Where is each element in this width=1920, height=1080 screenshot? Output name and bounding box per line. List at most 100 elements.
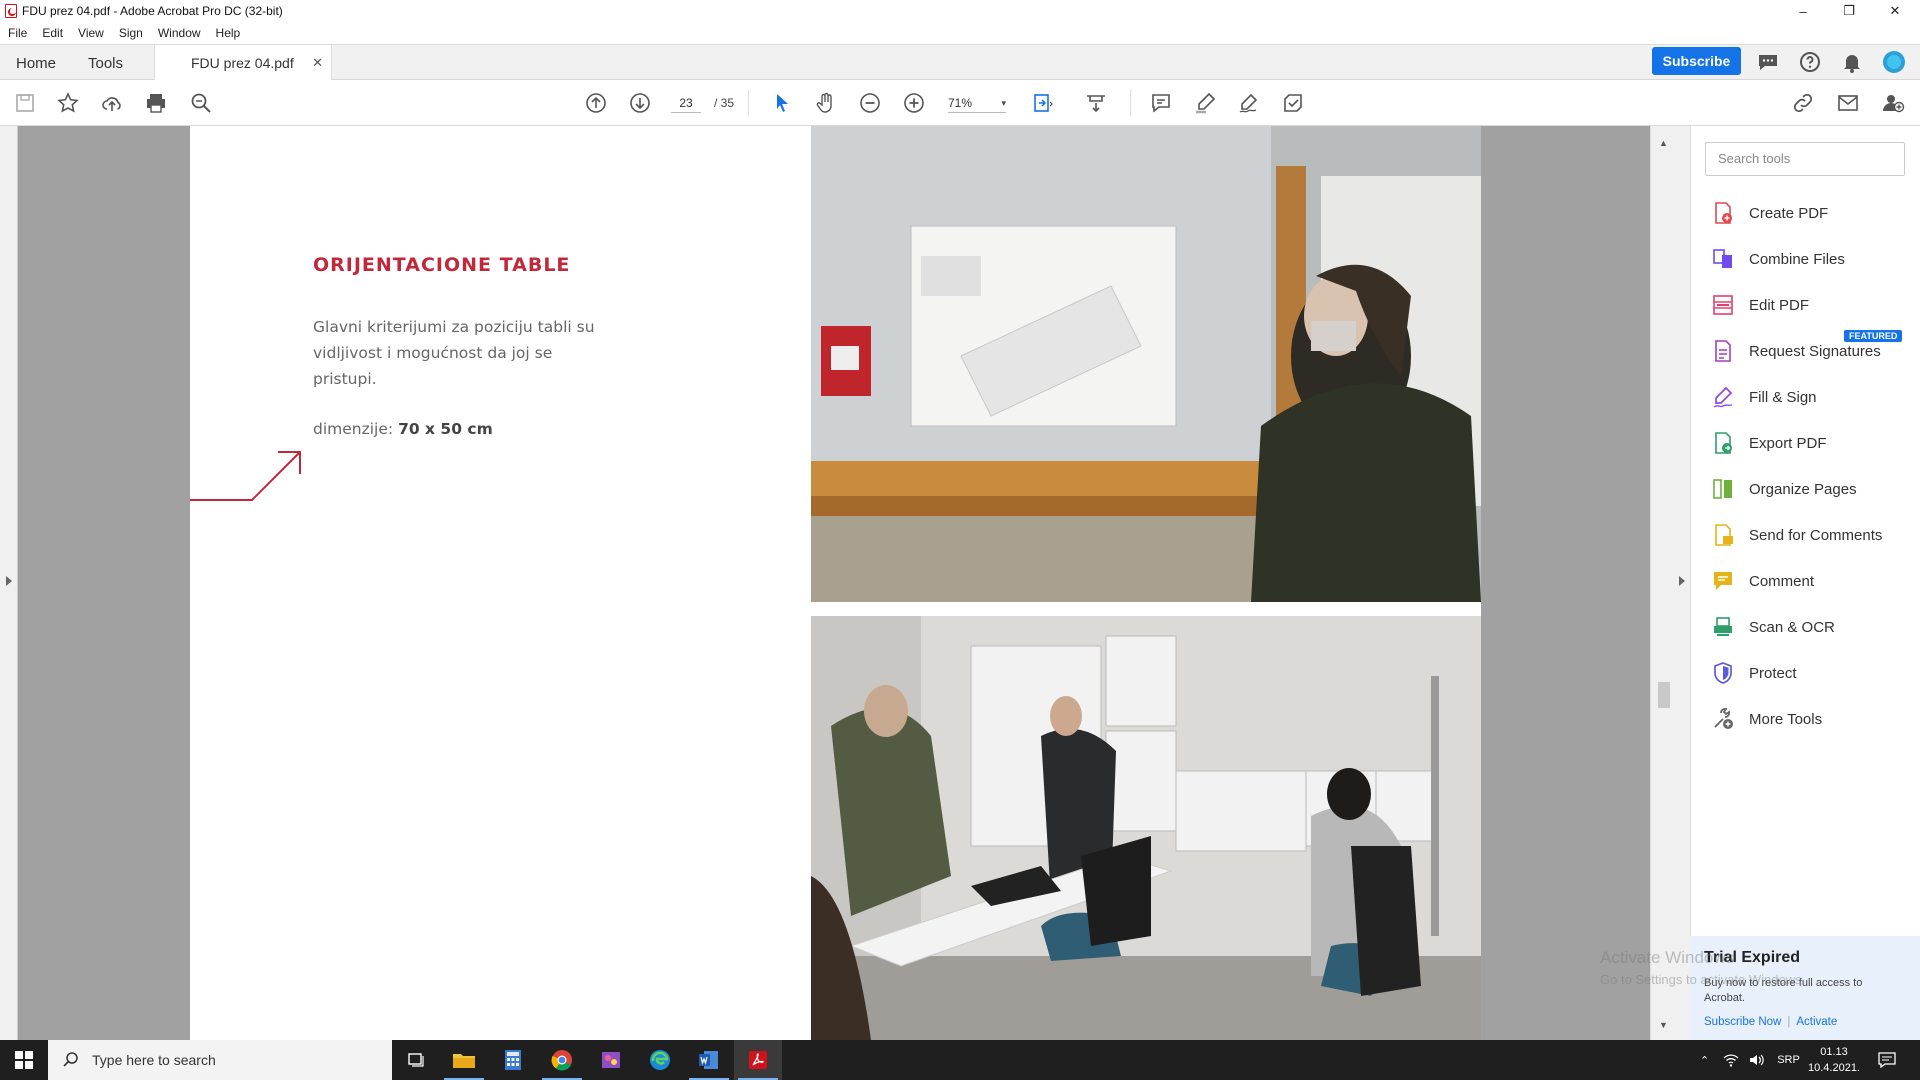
tool-send-for-comments[interactable]: Send for Comments — [1711, 520, 1911, 550]
taskbar-acrobat[interactable] — [734, 1040, 782, 1080]
total-pages-label: / 35 — [714, 96, 735, 110]
add-user-icon[interactable] — [1880, 91, 1906, 115]
taskbar-search-box[interactable]: Type here to search — [48, 1040, 392, 1080]
document-viewport[interactable]: ORIJENTACIONE TABLE Glavni kriterijumi z… — [0, 126, 1690, 1040]
tool-label: Send for Comments — [1749, 526, 1883, 544]
vertical-scrollbar[interactable]: ▲ ▼ — [1650, 126, 1676, 1040]
right-panel-toggle[interactable] — [1676, 126, 1690, 1040]
edit-pdf-icon — [1713, 295, 1733, 315]
print-icon[interactable] — [143, 91, 169, 115]
page-fit-icon[interactable] — [1030, 91, 1056, 115]
tool-fill-sign[interactable]: Fill & Sign — [1711, 382, 1911, 412]
draw-sign-icon[interactable] — [1236, 91, 1262, 115]
upload-cloud-icon[interactable] — [99, 91, 125, 115]
menu-view[interactable]: View — [78, 26, 104, 40]
highlight-pen-icon[interactable] — [1192, 91, 1218, 115]
user-avatar-icon[interactable] — [1882, 50, 1906, 74]
save-icon[interactable] — [12, 91, 38, 115]
toolbar-divider — [748, 90, 749, 116]
acrobat-app-icon — [5, 4, 17, 18]
volume-icon[interactable] — [1749, 1053, 1765, 1067]
menu-sign[interactable]: Sign — [119, 26, 143, 40]
scroll-mode-icon[interactable] — [1083, 91, 1109, 115]
taskbar-file-explorer[interactable] — [440, 1040, 488, 1080]
left-panel-toggle[interactable] — [0, 126, 18, 1040]
collapse-arrow-icon — [1679, 576, 1685, 586]
activate-link[interactable]: Activate — [1796, 1016, 1837, 1028]
tool-organize-pages[interactable]: Organize Pages — [1711, 474, 1911, 504]
tool-scan-ocr[interactable]: Scan & OCR — [1711, 612, 1911, 642]
tool-edit-pdf[interactable]: Edit PDF — [1711, 290, 1911, 320]
close-window-button[interactable]: ✕ — [1872, 0, 1918, 22]
subscribe-button[interactable]: Subscribe — [1652, 47, 1741, 75]
taskbar-calculator[interactable] — [489, 1040, 537, 1080]
notification-center-icon[interactable] — [1878, 1052, 1896, 1068]
current-page-input[interactable]: 23 — [671, 93, 701, 113]
search-tools-input[interactable]: Search tools — [1705, 142, 1905, 176]
previous-page-icon[interactable] — [583, 91, 609, 115]
photo-classroom — [811, 616, 1481, 1040]
tool-create-pdf[interactable]: Create PDF — [1711, 198, 1911, 228]
next-page-icon[interactable] — [627, 91, 653, 115]
tab-tools[interactable]: Tools — [88, 45, 123, 81]
messages-icon[interactable] — [1756, 50, 1780, 74]
watermark-line-1: Activate Windows — [1600, 948, 1735, 967]
scrollbar-thumb[interactable] — [1658, 682, 1670, 708]
select-cursor-icon[interactable] — [769, 91, 795, 115]
taskbar-chrome[interactable] — [538, 1040, 586, 1080]
link-divider: | — [1787, 1016, 1791, 1028]
zoom-level-dropdown[interactable]: 71% ▾ — [948, 93, 1006, 113]
language-indicator[interactable]: SRP — [1777, 1054, 1800, 1066]
tool-protect[interactable]: Protect — [1711, 658, 1911, 688]
email-icon[interactable] — [1835, 91, 1861, 115]
taskbar-word[interactable] — [685, 1040, 733, 1080]
send-comments-icon — [1715, 524, 1733, 546]
menu-edit[interactable]: Edit — [42, 26, 63, 40]
file-explorer-icon — [453, 1054, 475, 1068]
restore-button[interactable]: ❐ — [1826, 0, 1872, 22]
scroll-up-icon[interactable]: ▲ — [1659, 138, 1668, 148]
tab-home[interactable]: Home — [16, 45, 56, 81]
zoom-in-icon[interactable] — [901, 91, 927, 115]
hand-tool-icon[interactable] — [813, 91, 839, 115]
search-zoom-icon[interactable] — [188, 91, 214, 115]
close-tab-icon[interactable]: ✕ — [312, 55, 323, 71]
tab-document[interactable]: FDU prez 04.pdf ✕ — [154, 45, 332, 81]
tab-document-label: FDU prez 04.pdf — [191, 55, 294, 71]
watermark-line-2: Go to Settings to activate Windows. — [1600, 972, 1806, 987]
page-paragraph: Glavni kriterijumi za poziciju tabli su … — [313, 318, 595, 388]
menu-file[interactable]: File — [8, 26, 27, 40]
tool-export-pdf[interactable]: Export PDF — [1711, 428, 1911, 458]
acrobat-icon — [749, 1051, 767, 1069]
menu-help[interactable]: Help — [216, 26, 241, 40]
share-link-icon[interactable] — [1790, 91, 1816, 115]
tool-comment[interactable]: Comment — [1711, 566, 1911, 596]
show-hidden-icons-icon[interactable]: ⌃ — [1700, 1054, 1709, 1067]
protect-icon — [1714, 662, 1732, 684]
system-tray: ⌃ SRP — [1700, 1040, 1800, 1080]
task-view-button[interactable] — [392, 1040, 440, 1080]
notifications-bell-icon[interactable] — [1840, 50, 1864, 74]
bookmark-star-icon[interactable] — [55, 91, 81, 115]
add-comment-icon[interactable] — [1148, 91, 1174, 115]
taskbar-paint[interactable] — [587, 1040, 635, 1080]
tool-more-tools[interactable]: More Tools — [1711, 704, 1911, 734]
tool-combine-files[interactable]: Combine Files — [1711, 244, 1911, 274]
minimize-button[interactable]: – — [1780, 0, 1826, 22]
help-icon[interactable] — [1798, 50, 1822, 74]
more-tools-icon — [1714, 708, 1733, 729]
redact-stamp-icon[interactable] — [1280, 91, 1306, 115]
taskbar-edge[interactable] — [636, 1040, 684, 1080]
clock[interactable]: 01.13 10.4.2021. — [1806, 1044, 1862, 1076]
combine-files-icon — [1713, 249, 1732, 268]
page-heading: ORIJENTACIONE TABLE — [313, 254, 571, 276]
subscribe-now-link[interactable]: Subscribe Now — [1704, 1016, 1781, 1028]
wifi-icon[interactable] — [1723, 1053, 1739, 1067]
menu-window[interactable]: Window — [158, 26, 201, 40]
scroll-down-icon[interactable]: ▼ — [1659, 1020, 1668, 1030]
edge-icon — [650, 1050, 670, 1070]
zoom-out-icon[interactable] — [857, 91, 883, 115]
request-signatures-icon — [1715, 340, 1731, 362]
task-view-icon — [408, 1053, 424, 1067]
start-button[interactable] — [0, 1040, 48, 1080]
